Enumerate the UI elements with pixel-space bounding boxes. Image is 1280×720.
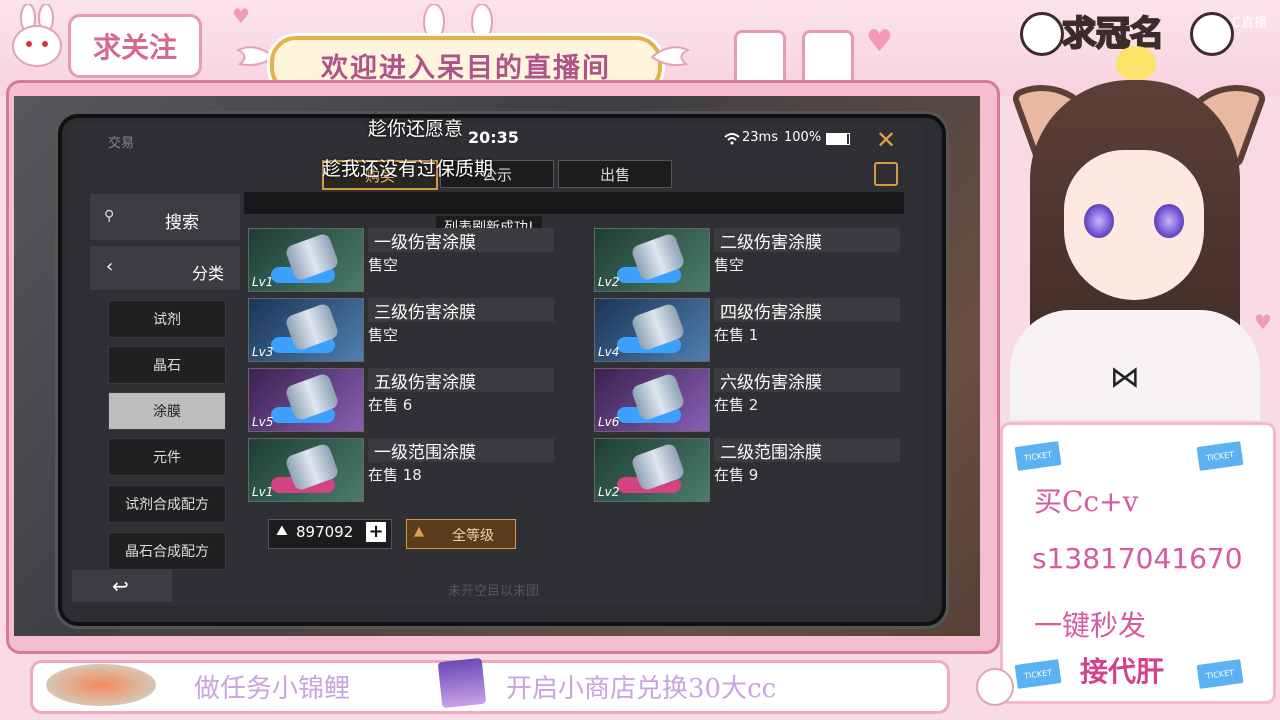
battery-icon — [826, 133, 850, 145]
clipboard-icon[interactable] — [874, 162, 898, 186]
item-name: 三级伤害涂膜 — [368, 298, 554, 323]
item-name: 四级伤害涂膜 — [714, 298, 900, 323]
heart-icon: ♥ — [1254, 310, 1272, 334]
item-thumbnail: Lv6 — [594, 368, 710, 432]
footer-hint: 未开空目以未团 — [448, 584, 540, 599]
item-name: 六级伤害涂膜 — [714, 368, 900, 393]
item-level: Lv3 — [252, 345, 274, 359]
battery-readout: 100% — [784, 130, 822, 145]
item-name: 五级伤害涂膜 — [368, 368, 554, 393]
item-level: Lv5 — [252, 415, 274, 429]
swirl-icon — [1020, 12, 1064, 56]
currency-icon: ⛰ — [276, 523, 288, 539]
tab-sell[interactable]: 出售 — [558, 160, 672, 188]
chick-icon — [1116, 46, 1156, 80]
wing-right-icon — [650, 42, 691, 72]
item-status: 在售 2 — [714, 396, 759, 414]
item-level: Lv4 — [598, 345, 620, 359]
category-reagent-recipe[interactable]: 试剂合成配方 — [108, 485, 226, 523]
avatar-eye-left — [1084, 204, 1114, 238]
search-icon: ⚲ — [104, 208, 115, 224]
item-status: 售空 — [368, 326, 399, 344]
category-crystal[interactable]: 晶石 — [108, 346, 226, 384]
bunny-mascot-icon — [8, 3, 66, 70]
heart-icon: ♥ — [232, 4, 250, 28]
gift-card-icon — [437, 657, 487, 709]
filter-icon: ▲ — [414, 524, 424, 539]
screen-title: 交易 — [108, 136, 135, 151]
item-card[interactable]: Lv2 二级范围涂膜在售 9 — [594, 438, 904, 502]
ticker-shop-text: 开启小商店兑换30大cc — [506, 674, 777, 704]
sashimi-icon — [46, 664, 156, 706]
category-label: 分类 — [192, 264, 225, 283]
category-component[interactable]: 元件 — [108, 438, 226, 476]
item-status: 在售 9 — [714, 466, 759, 484]
item-status: 在售 6 — [368, 396, 413, 414]
currency-amount: 897092 — [296, 523, 354, 541]
danmaku-line: 趁我还没有过保质期 — [322, 158, 494, 180]
item-name: 二级范围涂膜 — [714, 438, 900, 463]
item-card[interactable]: Lv1 一级范围涂膜在售 18 — [248, 438, 558, 502]
clock: 20:35 — [468, 128, 519, 147]
category-crystal-recipe[interactable]: 晶石合成配方 — [108, 532, 226, 570]
bottom-ticker — [30, 660, 950, 714]
search-bar[interactable] — [244, 192, 904, 214]
item-card[interactable]: Lv5 五级伤害涂膜在售 6 — [248, 368, 558, 432]
item-level: Lv1 — [252, 485, 274, 499]
item-card[interactable]: Lv4 四级伤害涂膜在售 1 — [594, 298, 904, 362]
bunny-mascot-icon — [976, 668, 1014, 706]
chevron-left-icon: ‹ — [106, 256, 114, 277]
info-line: 一键秒发 — [1034, 609, 1147, 642]
decor-block-right — [802, 30, 854, 86]
item-thumbnail: Lv4 — [594, 298, 710, 362]
item-thumbnail: Lv1 — [248, 228, 364, 292]
item-thumbnail: Lv5 — [248, 368, 364, 432]
ping-readout: 23ms — [742, 130, 778, 145]
decor-block-left — [734, 30, 786, 86]
heart-icon: ♥ — [866, 24, 893, 59]
ticker-task-text: 做任务小锦鲤 — [194, 674, 351, 704]
swirl-icon — [1190, 12, 1234, 56]
level-filter-label: 全等级 — [452, 528, 494, 544]
item-card[interactable]: Lv2 二级伤害涂膜售空 — [594, 228, 904, 292]
info-line: s13817041670 — [1032, 542, 1243, 575]
item-card[interactable]: Lv3 三级伤害涂膜售空 — [248, 298, 558, 362]
item-level: Lv2 — [598, 275, 620, 289]
platform-tag: C直播 — [1232, 16, 1268, 31]
wifi-icon — [724, 130, 740, 145]
item-name: 一级伤害涂膜 — [368, 228, 554, 253]
item-thumbnail: Lv1 — [248, 438, 364, 502]
danmaku-line: 趁你还愿意 — [368, 118, 464, 140]
item-level: Lv2 — [598, 485, 620, 499]
item-status: 售空 — [368, 256, 399, 274]
item-name: 二级伤害涂膜 — [714, 228, 900, 253]
item-status: 在售 1 — [714, 326, 759, 344]
add-currency-button[interactable]: + — [366, 522, 386, 542]
bunny-ears-icon — [416, 3, 500, 41]
category-reagent[interactable]: 试剂 — [108, 300, 226, 338]
back-arrow-icon: ↩ — [112, 574, 129, 598]
item-status: 在售 18 — [368, 466, 422, 484]
item-level: Lv6 — [598, 415, 620, 429]
item-thumbnail: Lv2 — [594, 228, 710, 292]
category-coating[interactable]: 涂膜 — [108, 392, 226, 430]
close-icon[interactable]: ✕ — [876, 126, 896, 154]
bow-icon: ⋈ — [1110, 360, 1140, 395]
item-thumbnail: Lv3 — [248, 298, 364, 362]
avatar-eye-right — [1154, 204, 1184, 238]
item-status: 售空 — [714, 256, 745, 274]
sponsor-request-title: 求冠名 — [1061, 13, 1165, 55]
item-name: 一级范围涂膜 — [368, 438, 554, 463]
info-line: 买Cc+v — [1034, 485, 1139, 518]
info-line: 接代肝 — [1080, 655, 1165, 688]
follow-request-sign: 求关注 — [68, 14, 202, 78]
item-thumbnail: Lv2 — [594, 438, 710, 502]
item-card[interactable]: Lv6 六级伤害涂膜在售 2 — [594, 368, 904, 432]
item-card[interactable]: Lv1 一级伤害涂膜售空 — [248, 228, 558, 292]
search-label: 搜索 — [165, 213, 199, 233]
item-level: Lv1 — [252, 275, 274, 289]
